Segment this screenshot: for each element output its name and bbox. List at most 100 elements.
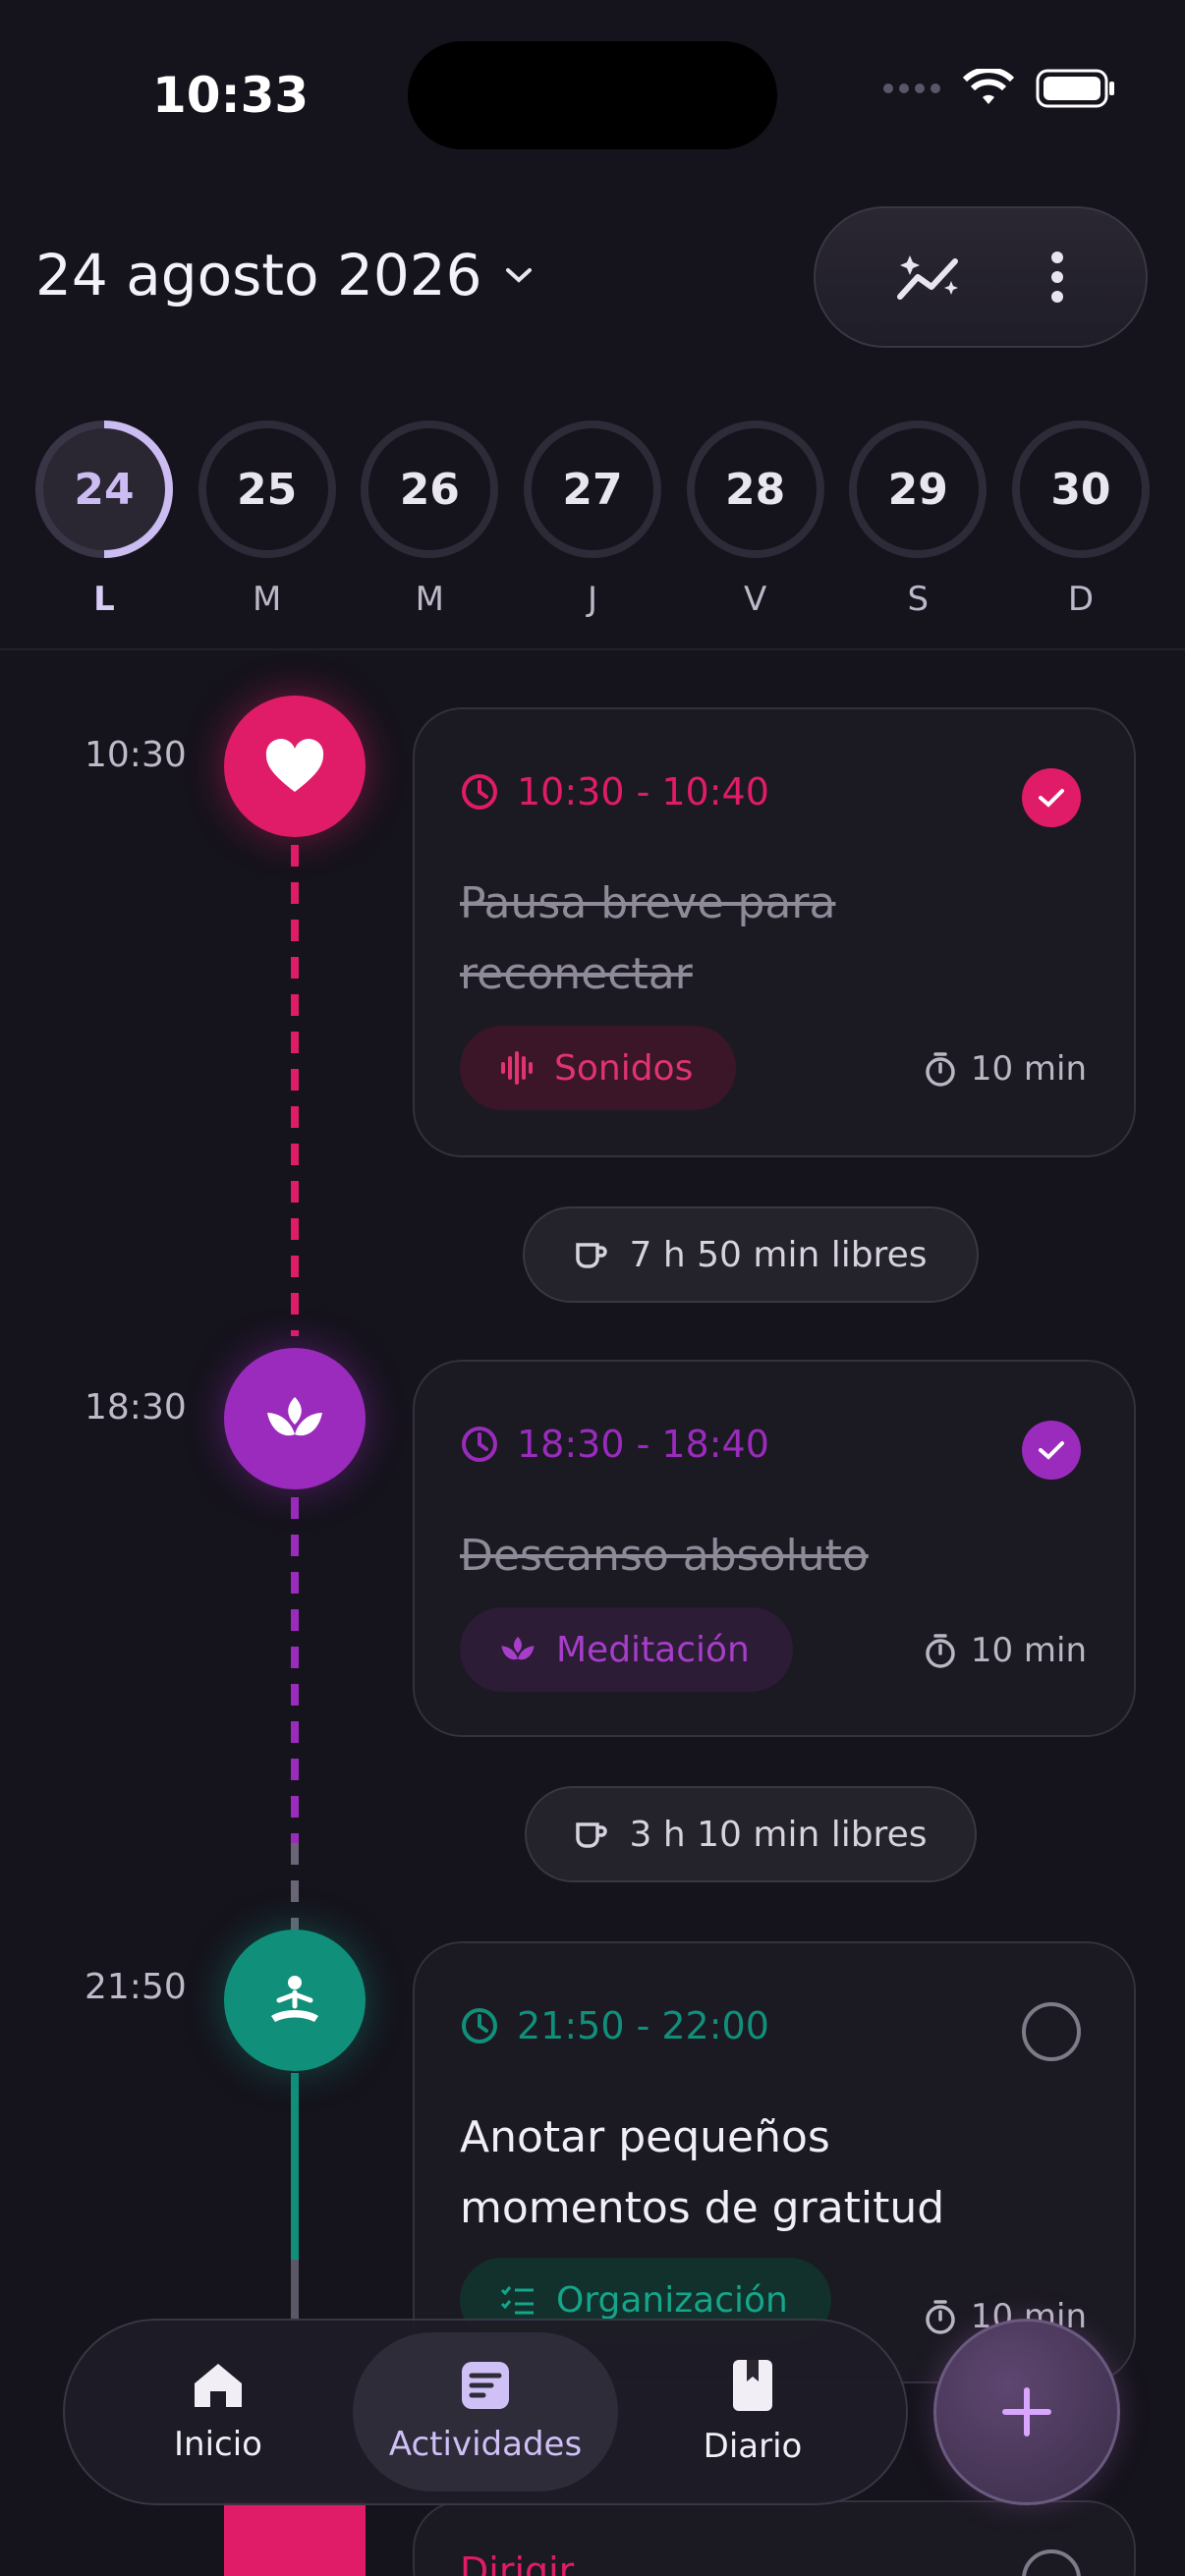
free-time-pill: 7 h 50 min libres bbox=[523, 1206, 979, 1303]
activity-node bbox=[224, 1348, 366, 1489]
check-icon bbox=[1039, 1441, 1064, 1460]
day-number: 27 bbox=[562, 464, 623, 515]
card-time: 21:50 - 22:00 bbox=[460, 2004, 769, 2047]
day-circle: 27 bbox=[523, 420, 661, 558]
check-icon bbox=[1039, 789, 1064, 808]
lotus-icon bbox=[501, 1636, 535, 1660]
coffee-cup-icon bbox=[575, 1243, 607, 1268]
day-letter: V bbox=[743, 580, 767, 619]
day-27[interactable]: 27 J bbox=[523, 420, 661, 619]
wifi-icon bbox=[963, 69, 1014, 104]
day-24[interactable]: 24 L bbox=[35, 420, 173, 619]
add-activity-button[interactable] bbox=[933, 2319, 1120, 2505]
stopwatch-icon bbox=[926, 1052, 955, 1087]
day-circle: 24 bbox=[35, 420, 173, 558]
activity-node-partial bbox=[224, 2500, 366, 2576]
day-letter: L bbox=[93, 580, 115, 619]
date-title: 24 agosto 2026 bbox=[35, 242, 482, 308]
clock-icon bbox=[462, 774, 497, 810]
timeline-line bbox=[291, 1497, 299, 1861]
time-label: 21:50 bbox=[85, 1967, 187, 2007]
category-label: Organización bbox=[556, 2279, 788, 2321]
card-title: Descanso absoluto bbox=[460, 1531, 869, 1581]
nav-home-label: Inicio bbox=[174, 2425, 262, 2464]
day-number: 25 bbox=[237, 464, 298, 515]
duration: 10 min bbox=[924, 1631, 1087, 1670]
status-icons bbox=[882, 69, 1116, 108]
day-28[interactable]: 28 V bbox=[686, 420, 824, 619]
free-time-label: 3 h 10 min libres bbox=[629, 1814, 928, 1855]
lotus-icon bbox=[267, 1397, 322, 1436]
done-checkbox[interactable] bbox=[1022, 768, 1081, 827]
day-letter: D bbox=[1067, 580, 1095, 619]
card-time: 10:30 - 10:40 bbox=[460, 770, 769, 813]
duration-label: 10 min bbox=[970, 1049, 1087, 1089]
stopwatch-icon bbox=[926, 1634, 955, 1668]
timeline-line bbox=[291, 1843, 299, 1932]
activity-card[interactable]: 18:30 - 18:40 Descanso absoluto Meditaci… bbox=[413, 1360, 1136, 1737]
timeline-line bbox=[291, 845, 299, 1336]
day-letter: M bbox=[252, 580, 282, 619]
day-26[interactable]: 26 M bbox=[361, 420, 499, 619]
clock-icon bbox=[462, 2008, 497, 2044]
card-title: Pausa breve para reconectar bbox=[460, 878, 836, 999]
bottom-nav: Inicio Actividades Diario bbox=[63, 2319, 908, 2505]
day-30[interactable]: 30 D bbox=[1011, 420, 1150, 619]
day-letter: S bbox=[907, 580, 930, 619]
checklist-icon bbox=[500, 2286, 534, 2315]
stopwatch-icon bbox=[926, 2300, 955, 2334]
plus-icon bbox=[1002, 2387, 1051, 2436]
activity-card-partial[interactable]: Dirigir... bbox=[413, 2500, 1136, 2576]
day-number: 29 bbox=[887, 464, 948, 515]
cellular-signal-icon bbox=[883, 84, 940, 93]
activity-node bbox=[224, 696, 366, 837]
meditation-icon bbox=[271, 1976, 318, 2022]
status-time: 10:33 bbox=[152, 67, 310, 124]
activity-node bbox=[224, 1930, 366, 2071]
day-25[interactable]: 25 M bbox=[198, 420, 336, 619]
duration: 10 min bbox=[924, 1049, 1087, 1089]
day-circle: 25 bbox=[198, 420, 336, 558]
free-time-pill: 3 h 10 min libres bbox=[525, 1786, 977, 1882]
card-time-range: 18:30 - 18:40 bbox=[517, 1423, 769, 1466]
day-circle: 30 bbox=[1011, 420, 1150, 558]
time-label: 10:30 bbox=[85, 735, 187, 775]
done-checkbox[interactable] bbox=[1022, 1421, 1081, 1480]
chevron-down-icon bbox=[505, 268, 532, 283]
card-title: Anotar pequeños momentos de gratitud bbox=[460, 2112, 945, 2233]
week-strip: 24 L 25 M 26 M 27 J 28 V 29 S 30 D bbox=[35, 420, 1150, 619]
day-progress-ring bbox=[103, 420, 173, 558]
day-circle: 26 bbox=[361, 420, 499, 558]
nav-activities-label: Actividades bbox=[388, 2425, 583, 2464]
nav-activities[interactable]: Actividades bbox=[353, 2332, 618, 2492]
activity-card[interactable]: 10:30 - 10:40 Pausa breve para reconecta… bbox=[413, 707, 1136, 1157]
journal-book-icon bbox=[733, 2360, 772, 2411]
header-actions bbox=[814, 206, 1148, 348]
activities-icon bbox=[462, 2362, 509, 2409]
card-time-range: 10:30 - 10:40 bbox=[517, 770, 769, 813]
timeline-line bbox=[291, 2073, 299, 2269]
todo-checkbox[interactable] bbox=[1022, 2549, 1081, 2576]
category-chip[interactable]: Meditación bbox=[460, 1607, 793, 1692]
free-time-label: 7 h 50 min libres bbox=[629, 1234, 928, 1275]
insights-sparkle-icon[interactable] bbox=[894, 248, 969, 307]
todo-checkbox[interactable] bbox=[1022, 2002, 1081, 2061]
home-icon bbox=[195, 2364, 242, 2407]
nav-journal-label: Diario bbox=[703, 2427, 803, 2466]
category-chip[interactable]: Sonidos bbox=[460, 1026, 737, 1110]
coffee-cup-icon bbox=[575, 1822, 607, 1848]
nav-home[interactable]: Inicio bbox=[85, 2332, 351, 2492]
soundwave-icon bbox=[501, 1051, 533, 1085]
day-letter: M bbox=[415, 580, 444, 619]
more-vertical-icon[interactable] bbox=[1047, 248, 1067, 307]
activity-card[interactable]: 21:50 - 22:00 Anotar pequeños momentos d… bbox=[413, 1941, 1136, 2383]
clock-icon bbox=[462, 1427, 497, 1462]
date-selector[interactable]: 24 agosto 2026 bbox=[35, 242, 534, 308]
heart-icon bbox=[265, 739, 324, 792]
dynamic-island bbox=[408, 41, 777, 149]
day-29[interactable]: 29 S bbox=[849, 420, 988, 619]
day-number: 30 bbox=[1050, 464, 1111, 515]
card-time-partial: Dirigir... bbox=[460, 2549, 607, 2576]
card-time: 18:30 - 18:40 bbox=[460, 1423, 769, 1466]
nav-journal[interactable]: Diario bbox=[620, 2332, 885, 2492]
